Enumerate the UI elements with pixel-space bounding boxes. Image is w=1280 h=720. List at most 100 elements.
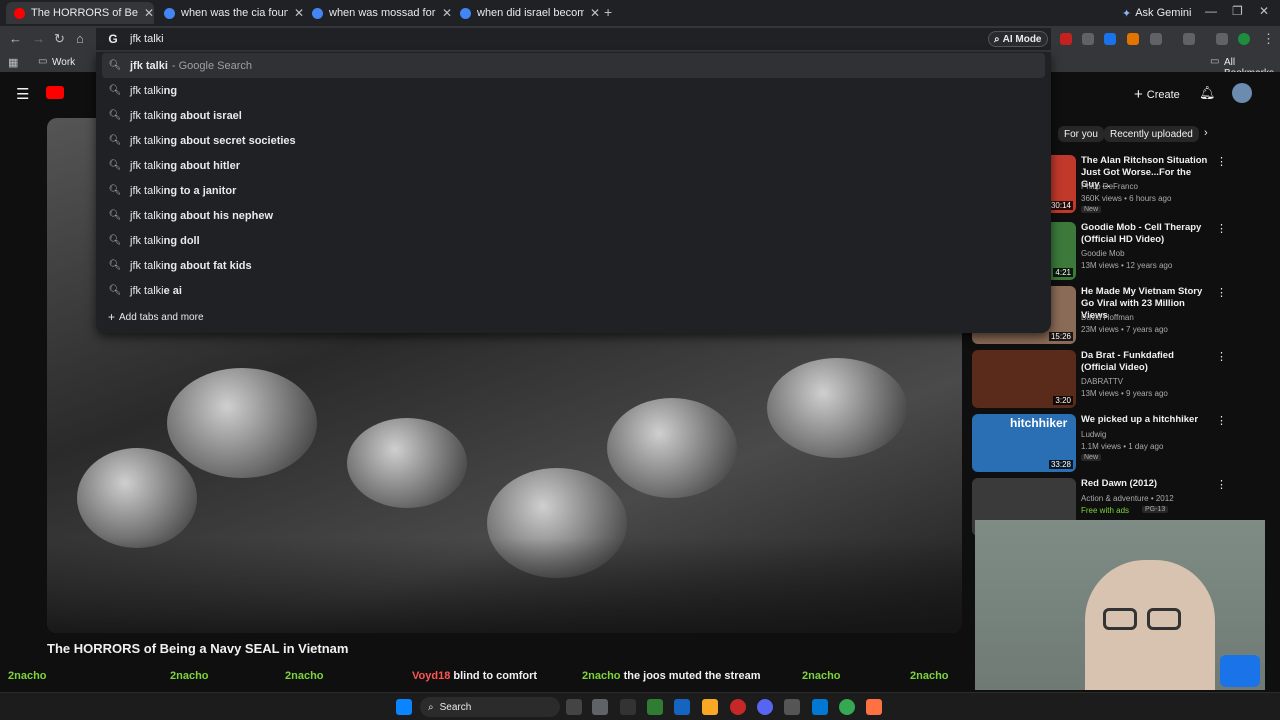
ai-mode-button[interactable]: ⌕ AI Mode: [988, 31, 1048, 47]
create-button[interactable]: + Create: [1134, 86, 1180, 103]
menu-kebab-icon[interactable]: ⋮: [1262, 31, 1275, 47]
video-thumbnail[interactable]: 3:20: [972, 350, 1076, 408]
file-explorer-icon[interactable]: [702, 699, 718, 715]
close-tab-icon[interactable]: ✕: [442, 6, 452, 20]
video-meta: 360K views • 6 hours ago: [1081, 194, 1172, 203]
suggestion-item[interactable]: 🔍︎ jfk talki ng doll: [96, 228, 1051, 253]
ticker-item: 2nacho: [285, 670, 324, 682]
sidebar-icon[interactable]: [1183, 33, 1195, 45]
app-icon[interactable]: [812, 699, 828, 715]
home-icon[interactable]: ⌂: [76, 31, 84, 46]
extension-icon[interactable]: [1060, 33, 1072, 45]
apps-grid-icon[interactable]: ▦: [8, 56, 18, 69]
chip-for-you[interactable]: For you: [1058, 126, 1104, 142]
close-tab-icon[interactable]: ✕: [590, 6, 600, 20]
app-icon[interactable]: [674, 699, 690, 715]
suggestion-item[interactable]: 🔍︎ jfk talki e ai: [96, 278, 1051, 303]
ticker-item: Voyd18 blind to comfort: [412, 670, 537, 682]
video-title[interactable]: Da Brat - Funkdafied (Official Video): [1081, 350, 1211, 374]
app-icon[interactable]: [730, 699, 746, 715]
more-options-icon[interactable]: ⋮: [1216, 155, 1227, 168]
channel-name[interactable]: David Hoffman: [1081, 313, 1134, 322]
more-options-icon[interactable]: ⋮: [1216, 414, 1227, 427]
extension-icon[interactable]: [1082, 33, 1094, 45]
tab-title: when did israel become a natio: [477, 7, 584, 19]
ticker-username: 2nacho: [802, 670, 841, 682]
extensions-puzzle-icon[interactable]: [1150, 33, 1162, 45]
create-label: Create: [1146, 88, 1180, 101]
hamburger-menu-icon[interactable]: ☰: [16, 85, 29, 103]
channel-name[interactable]: Philip DeFranco: [1081, 182, 1138, 191]
suggestion-item[interactable]: 🔍︎ jfk talki ng about secret societies: [96, 128, 1051, 153]
app-icon[interactable]: [784, 699, 800, 715]
address-bar[interactable]: G: [96, 28, 1051, 50]
video-title[interactable]: We picked up a hitchhiker: [1081, 414, 1211, 426]
search-icon: 🔍︎: [108, 235, 122, 246]
suggestion-item[interactable]: 🔍︎ jfk talki ng about hitler: [96, 153, 1051, 178]
windows-start-icon[interactable]: [396, 699, 412, 715]
more-options-icon[interactable]: ⋮: [1216, 350, 1227, 363]
back-icon[interactable]: ←: [9, 31, 22, 46]
more-options-icon[interactable]: ⋮: [1216, 222, 1227, 235]
video-meta: 13M views • 9 years ago: [1081, 389, 1168, 398]
video-meta: 1.1M views • 1 day ago: [1081, 442, 1164, 451]
notifications-bell-icon[interactable]: 🔔︎: [1199, 85, 1216, 101]
download-icon[interactable]: [1216, 33, 1228, 45]
minimize-icon[interactable]: —: [1205, 4, 1217, 18]
add-tabs-and-more[interactable]: + Add tabs and more: [108, 310, 204, 324]
address-input[interactable]: [130, 33, 830, 45]
task-view-icon[interactable]: [566, 699, 582, 715]
suggestion-item[interactable]: 🔍︎ jfk talki ng about israel: [96, 103, 1051, 128]
extension-icon[interactable]: [1127, 33, 1139, 45]
suggestion-hint: - Google Search: [171, 59, 253, 72]
video-title[interactable]: Goodie Mob - Cell Therapy (Official HD V…: [1081, 222, 1211, 246]
channel-name[interactable]: DABRATTV: [1081, 377, 1123, 386]
settings-gear-icon[interactable]: [592, 699, 608, 715]
bookmark-work[interactable]: Work: [52, 57, 75, 68]
close-window-icon[interactable]: ✕: [1259, 4, 1269, 18]
app-icon[interactable]: [620, 699, 636, 715]
suggestion-item[interactable]: 🔍︎ jfk talki ng: [96, 78, 1051, 103]
profile-avatar[interactable]: [1238, 33, 1250, 45]
chrome-icon[interactable]: [839, 699, 855, 715]
search-icon: 🔍︎: [108, 85, 122, 96]
extension-icon[interactable]: [1104, 33, 1116, 45]
more-options-icon[interactable]: ⋮: [1216, 478, 1227, 491]
video-title[interactable]: Red Dawn (2012): [1081, 478, 1211, 490]
more-options-icon[interactable]: ⋮: [1216, 286, 1227, 299]
close-tab-icon[interactable]: ✕: [294, 6, 304, 20]
video-thumbnail[interactable]: hitchhiker 33:28: [972, 414, 1076, 472]
tab-youtube-video[interactable]: The HORRORS of Being a Navy ✕: [6, 2, 154, 24]
channel-name[interactable]: Ludwig: [1081, 430, 1106, 439]
tab-israel-search[interactable]: when did israel become a natio ✕: [452, 2, 600, 24]
taskbar-search[interactable]: ⌕ Search: [420, 697, 560, 717]
chip-recently-uploaded[interactable]: Recently uploaded: [1104, 126, 1199, 142]
tab-mossad-search[interactable]: when was mossad formed - Go ✕: [304, 2, 452, 24]
reload-icon[interactable]: ↻: [54, 31, 65, 47]
app-icon[interactable]: [866, 699, 882, 715]
maximize-icon[interactable]: ❐: [1232, 4, 1243, 18]
channel-name[interactable]: Goodie Mob: [1081, 249, 1125, 258]
avatar[interactable]: [1232, 83, 1252, 103]
recommended-video[interactable]: hitchhiker 33:28 We picked up a hitchhik…: [972, 414, 1272, 476]
video-meta: 13M views • 12 years ago: [1081, 261, 1173, 270]
close-tab-icon[interactable]: ✕: [144, 6, 154, 20]
forward-icon[interactable]: →: [32, 31, 45, 46]
suggestion-google-search[interactable]: 🔍︎ jfk talki - Google Search: [102, 53, 1045, 78]
suggestion-item[interactable]: 🔍︎ jfk talki ng to a janitor: [96, 178, 1051, 203]
new-tab-button[interactable]: +: [604, 4, 612, 20]
search-icon: 🔍︎: [108, 135, 122, 146]
app-icon[interactable]: [647, 699, 663, 715]
suggestion-item[interactable]: 🔍︎ jfk talki ng about fat kids: [96, 253, 1051, 278]
suggestion-item[interactable]: 🔍︎ jfk talki ng about his nephew: [96, 203, 1051, 228]
tab-cia-search[interactable]: when was the cia founded - Go ✕: [156, 2, 304, 24]
discord-icon[interactable]: [757, 699, 773, 715]
ask-gemini-button[interactable]: ✦ Ask Gemini: [1116, 5, 1197, 21]
folder-icon: ▭: [38, 56, 48, 67]
chevron-right-icon[interactable]: ›: [1204, 127, 1208, 139]
google-favicon-icon: [312, 7, 323, 19]
ticker-item: 2nacho: [802, 670, 841, 682]
recommended-video[interactable]: 3:20 Da Brat - Funkdafied (Official Vide…: [972, 350, 1272, 412]
google-g-icon: G: [108, 32, 118, 46]
youtube-logo-icon[interactable]: [46, 86, 64, 99]
